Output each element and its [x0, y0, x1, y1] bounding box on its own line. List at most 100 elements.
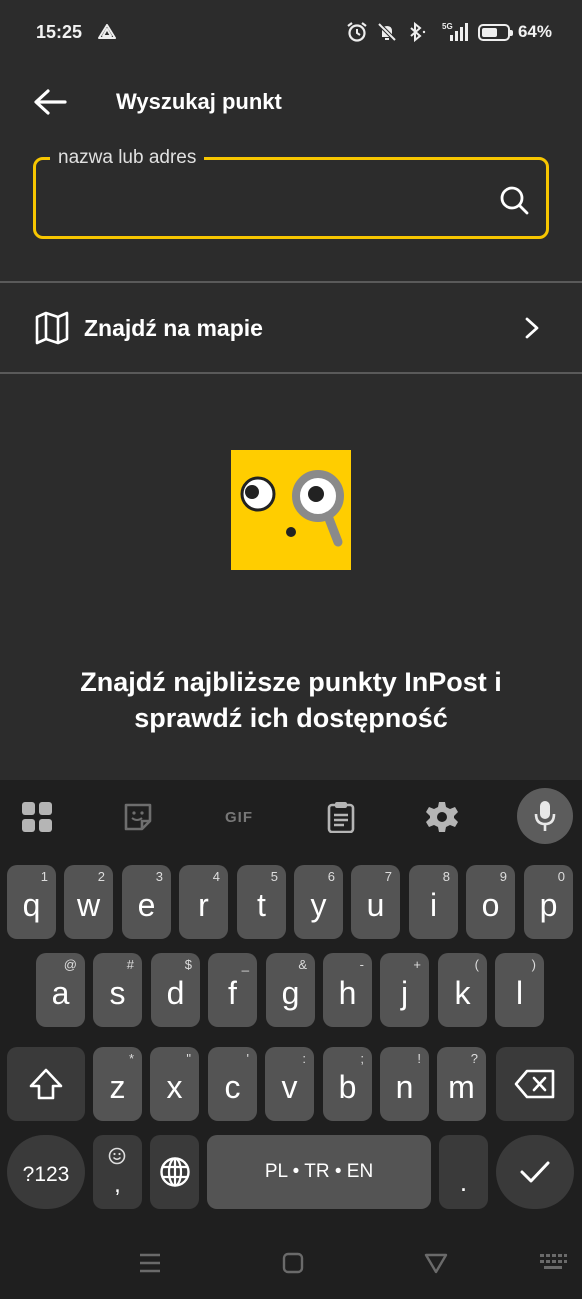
key-label: l: [515, 974, 524, 1011]
find-on-map-row[interactable]: Znajdź na mapie: [0, 284, 582, 372]
key-label: z: [109, 1068, 126, 1105]
key-hint: +: [413, 957, 421, 972]
key-f[interactable]: _ f: [208, 953, 257, 1027]
key-u[interactable]: 7u: [351, 865, 400, 939]
status-bar: 15:25 5G 64%: [0, 0, 582, 64]
key-a[interactable]: @ a: [36, 953, 85, 1027]
space-key-label: PL • TR • EN: [264, 1161, 374, 1182]
key-r[interactable]: 4r: [179, 865, 228, 939]
map-icon: [35, 311, 69, 345]
key-k[interactable]: (k: [438, 953, 487, 1027]
key-b[interactable]: ; b: [323, 1047, 372, 1121]
key-h[interactable]: -h: [323, 953, 372, 1027]
key-hint: _: [241, 957, 249, 972]
key-hint: ): [531, 957, 536, 972]
key-j[interactable]: + j: [380, 953, 429, 1027]
key-o[interactable]: 9o: [466, 865, 515, 939]
find-on-map-label: Znajdź na mapie: [84, 314, 263, 341]
key-e[interactable]: 3e: [122, 865, 171, 939]
page-title: Wyszukaj punkt: [116, 89, 282, 114]
clipboard-icon[interactable]: [320, 796, 362, 838]
soft-keyboard: GIF 1 q 2 w 3 e 4 r 5 t 6 y 7 u 8 i 9 o 0 p @ a # s $ d _ f & g - h + j(k…: [0, 780, 582, 1299]
key-q[interactable]: 1q: [7, 865, 56, 939]
divider: [0, 372, 582, 374]
search-icon[interactable]: [498, 184, 530, 216]
key-hint: #: [126, 957, 134, 972]
sticker-icon[interactable]: [117, 796, 159, 838]
key-label: w: [76, 886, 101, 923]
promo-line-2: sprawdź ich dostępność: [134, 703, 448, 733]
battery-icon: [477, 23, 513, 41]
key-label: b: [338, 1068, 357, 1105]
key-hint: 0: [557, 869, 565, 884]
key-s[interactable]: # s: [93, 953, 142, 1027]
bluetooth-icon: [410, 21, 426, 43]
key-w[interactable]: 2w: [64, 865, 113, 939]
keyboard-hide-icon[interactable]: [538, 1251, 568, 1275]
key-v[interactable]: :v: [265, 1047, 314, 1121]
key-label: i: [429, 886, 438, 923]
search-field-label: nazwa lub adres: [50, 147, 205, 169]
mic-icon: [534, 801, 556, 831]
key-c[interactable]: ' c: [208, 1047, 257, 1121]
key-hint: 8: [442, 869, 450, 884]
key-hint: 9: [499, 869, 507, 884]
gear-icon[interactable]: [421, 796, 463, 838]
key-label: a: [51, 974, 70, 1011]
key-label: q: [22, 886, 41, 923]
key-label: r: [198, 886, 209, 923]
key-hint: ?: [470, 1051, 478, 1066]
mic-button[interactable]: [517, 788, 573, 844]
key-t[interactable]: 5t: [237, 865, 286, 939]
search-input[interactable]: [54, 178, 484, 218]
key-label: p: [539, 886, 558, 923]
recent-apps-icon[interactable]: [136, 1251, 164, 1275]
key-label: y: [310, 886, 327, 923]
key-p[interactable]: 0p: [524, 865, 573, 939]
key-g[interactable]: & g: [266, 953, 315, 1027]
key-i[interactable]: 8i: [409, 865, 458, 939]
key-y[interactable]: 6y: [294, 865, 343, 939]
key-x[interactable]: " x: [150, 1047, 199, 1121]
period-key-label: .: [459, 1166, 468, 1197]
chevron-right-icon: [525, 317, 539, 339]
key-m[interactable]: ? m: [437, 1047, 486, 1121]
back-nav-icon[interactable]: [422, 1251, 450, 1275]
key-hint: 5: [270, 869, 278, 884]
emoji-comma-key[interactable]: ,: [93, 1135, 142, 1209]
apps-grid-icon[interactable]: [16, 796, 58, 838]
gif-button[interactable]: GIF: [218, 796, 260, 838]
home-icon[interactable]: [279, 1251, 307, 1275]
backspace-key[interactable]: [496, 1047, 574, 1121]
shift-key[interactable]: [7, 1047, 85, 1121]
key-n[interactable]: ! n: [380, 1047, 429, 1121]
svg-text:5G: 5G: [442, 22, 453, 31]
key-label: n: [395, 1068, 414, 1105]
key-hint: 2: [97, 869, 105, 884]
app-header: Wyszukaj punkt: [0, 72, 582, 132]
key-hint: !: [417, 1051, 421, 1066]
back-button[interactable]: [20, 72, 80, 132]
key-hint: ': [246, 1051, 249, 1066]
space-key[interactable]: PL • TR • EN: [207, 1135, 431, 1209]
symbols-key[interactable]: ?123: [7, 1135, 85, 1209]
battery-percent: 64%: [517, 22, 552, 41]
key-label: h: [338, 974, 357, 1011]
mute-icon: [377, 22, 397, 42]
key-z[interactable]: * z: [93, 1047, 142, 1121]
language-key[interactable]: [150, 1135, 199, 1209]
search-field[interactable]: nazwa lub adres: [33, 147, 549, 239]
enter-key[interactable]: [496, 1135, 574, 1209]
symbols-key-label: ?123: [22, 1163, 70, 1186]
key-label: e: [137, 886, 156, 923]
key-hint: :: [302, 1051, 306, 1066]
key-d[interactable]: $ d: [151, 953, 200, 1027]
drive-icon: [98, 24, 117, 39]
keyboard-toolbar: GIF: [0, 780, 582, 854]
period-key[interactable]: .: [439, 1135, 488, 1209]
system-nav-bar: [0, 1229, 582, 1299]
key-l[interactable]: ) l: [495, 953, 544, 1027]
key-hint: 1: [40, 869, 48, 884]
key-hint: @: [63, 957, 77, 972]
status-time: 15:25: [36, 21, 83, 42]
